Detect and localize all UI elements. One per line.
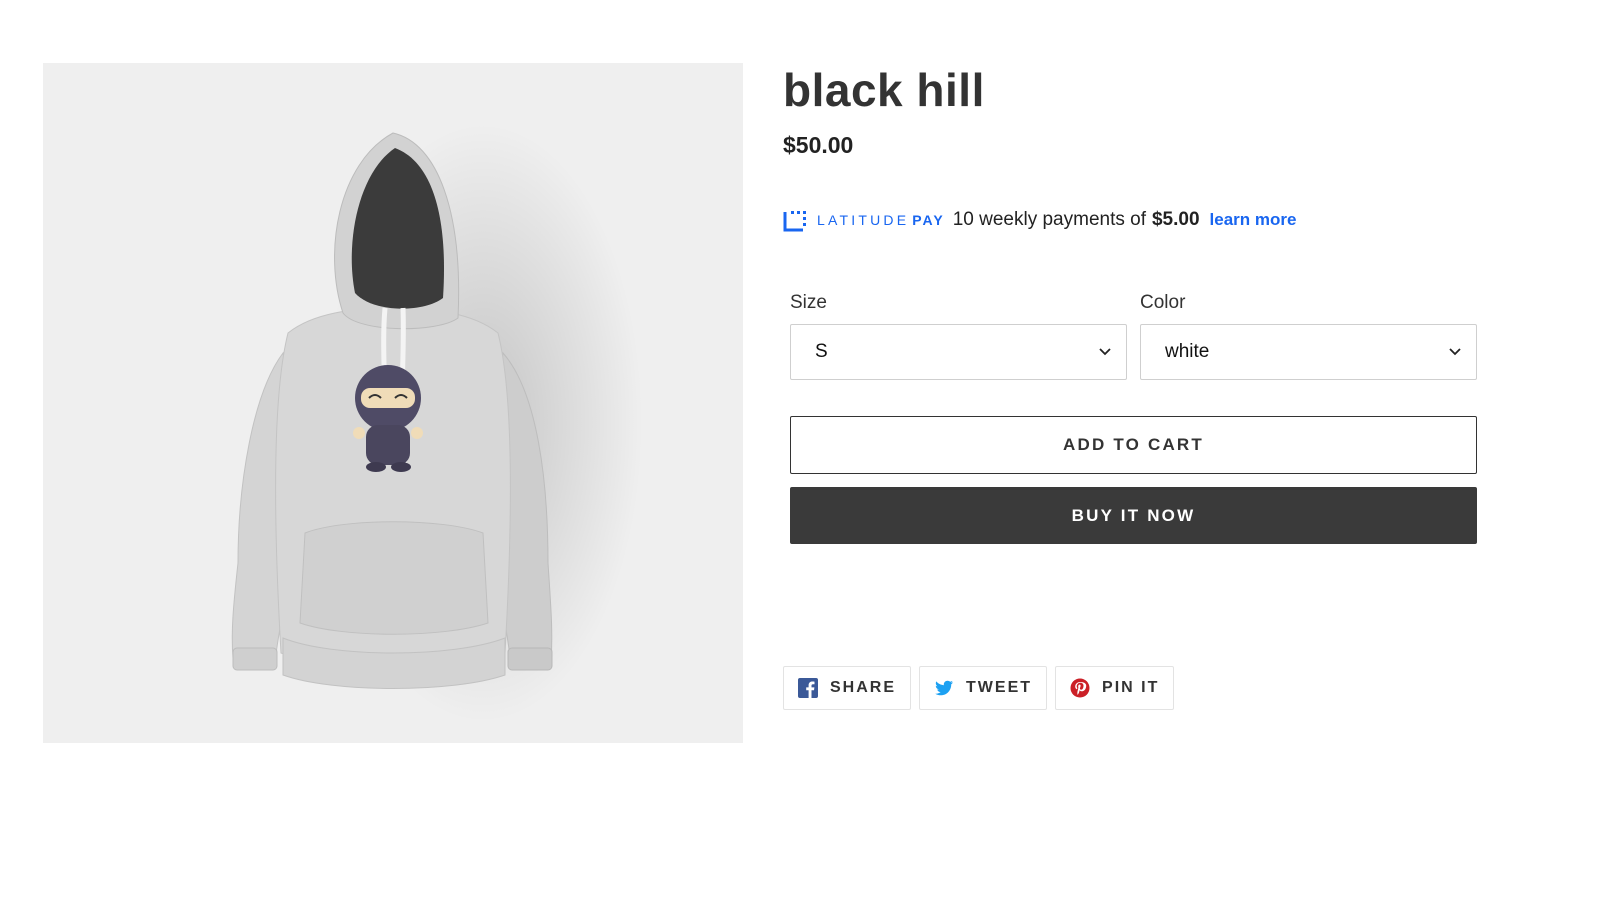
- hoodie-illustration: [231, 123, 643, 723]
- latitude-brand: LATITUDE: [817, 212, 910, 228]
- color-option: Color white: [1140, 292, 1477, 380]
- color-label: Color: [1140, 292, 1186, 313]
- installment-text: 10 weekly payments of: [952, 209, 1146, 230]
- color-value: white: [1165, 341, 1210, 362]
- facebook-icon: [798, 678, 818, 698]
- installment-amount: $5.00: [1151, 209, 1200, 230]
- social-share: SHARE TWEET PIN IT: [783, 666, 1182, 710]
- pinterest-share-label: PIN IT: [1102, 679, 1160, 696]
- latitude-pay-banner: LATITUDE PAY 10 weekly payments of $5.00…: [783, 205, 1296, 235]
- learn-more-link[interactable]: learn more: [1210, 210, 1297, 230]
- add-to-cart-button[interactable]: ADD TO CART: [790, 416, 1477, 474]
- facebook-share-button[interactable]: SHARE: [783, 666, 912, 710]
- latitude-pay-logo-icon: [783, 211, 806, 232]
- size-option: Size S: [790, 292, 1127, 380]
- facebook-share-label: SHARE: [830, 679, 897, 696]
- color-select[interactable]: white: [1140, 324, 1477, 380]
- size-value: S: [815, 341, 828, 362]
- chevron-down-icon: [1449, 348, 1461, 356]
- size-select[interactable]: S: [790, 324, 1127, 380]
- pay-brand: PAY: [912, 212, 945, 228]
- buy-it-now-button[interactable]: BUY IT NOW: [790, 487, 1477, 544]
- product-title: black hill: [783, 64, 985, 116]
- pinterest-share-button[interactable]: PIN IT: [1055, 666, 1175, 710]
- product-image[interactable]: [43, 63, 743, 743]
- size-label: Size: [790, 292, 827, 313]
- twitter-share-button[interactable]: TWEET: [919, 666, 1048, 710]
- twitter-share-label: TWEET: [966, 679, 1033, 696]
- chevron-down-icon: [1099, 348, 1111, 356]
- pinterest-icon: [1070, 678, 1090, 698]
- product-price: $50.00: [783, 132, 854, 158]
- twitter-icon: [935, 680, 954, 696]
